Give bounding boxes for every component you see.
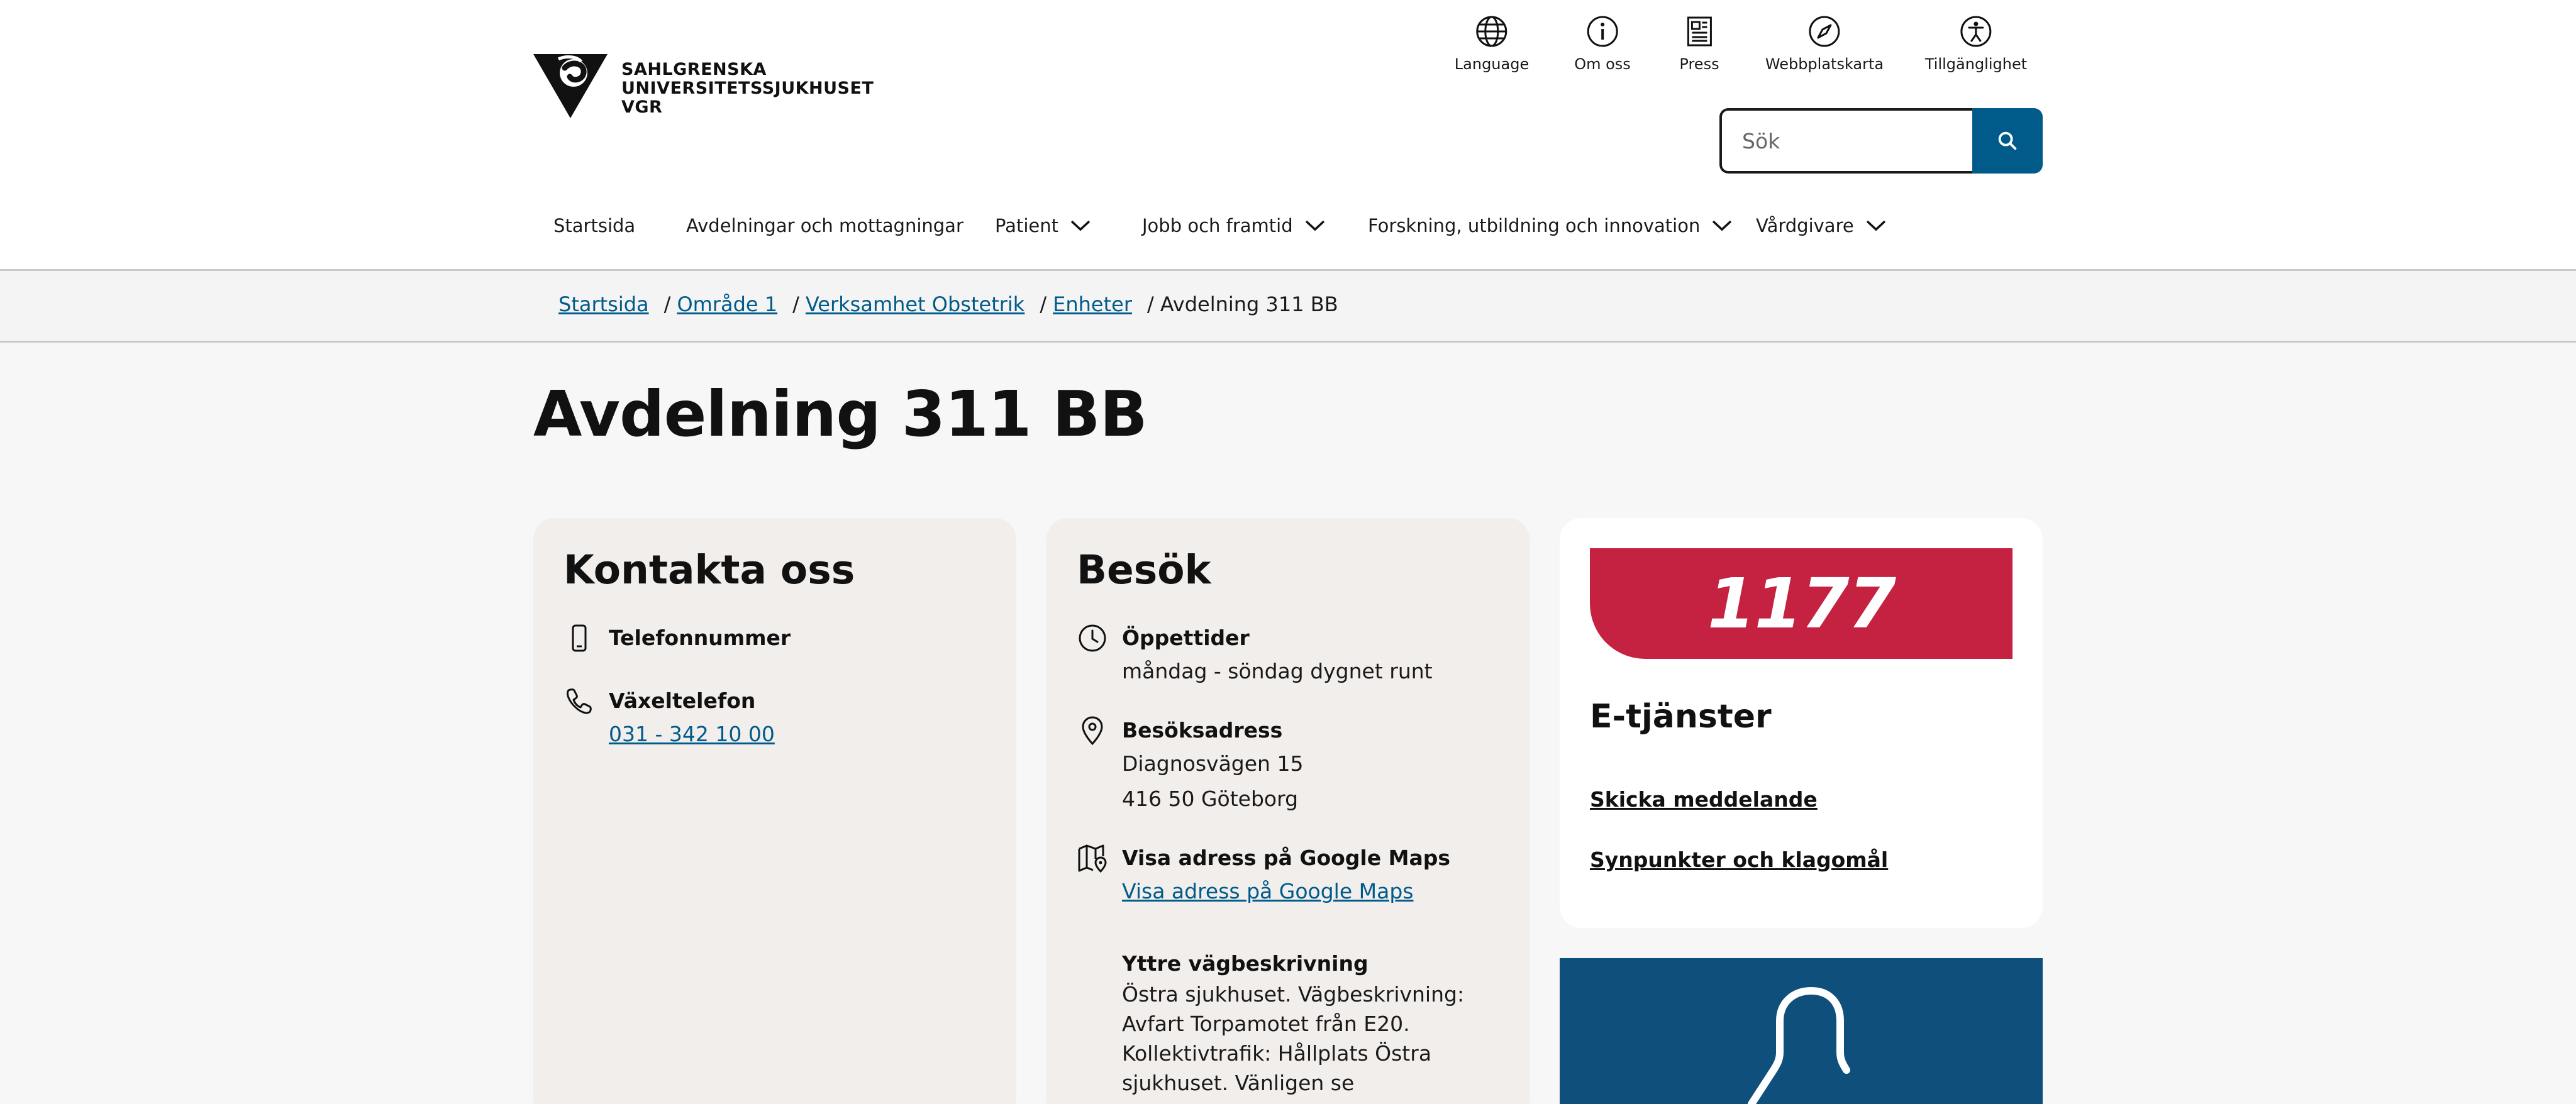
switchboard-label: Växeltelefon xyxy=(609,688,756,713)
util-om-oss[interactable]: Om oss xyxy=(1574,14,1631,73)
accessibility-icon xyxy=(1960,16,1992,47)
address-line-2: 416 50 Göteborg xyxy=(1122,787,1299,811)
address-label: Besöksadress xyxy=(1122,718,1283,742)
util-language-label: Language xyxy=(1454,55,1530,73)
nav-vardgivare[interactable]: Vårdgivare xyxy=(1756,215,1887,236)
contact-card: Kontakta oss Telefonnummer Växeltelefon … xyxy=(533,518,1016,1104)
compass-icon xyxy=(1809,16,1840,47)
util-press-label: Press xyxy=(1679,55,1719,73)
main-nav: Startsida Avdelningar och mottagningar P… xyxy=(0,207,2576,245)
visit-card: Besök Öppettider måndag - söndag dygnet … xyxy=(1046,518,1530,1104)
nav-patient[interactable]: Patient xyxy=(995,215,1091,236)
breadcrumb-separator: / xyxy=(1146,292,1154,316)
feedback-link[interactable]: Synpunkter och klagomål xyxy=(1590,847,1888,872)
breadcrumb-enheter[interactable]: Enheter xyxy=(1053,292,1132,316)
nav-patient-label: Patient xyxy=(995,215,1058,236)
logo-1177[interactable]: 1177 xyxy=(1590,548,2012,659)
phone-info: Telefonnummer xyxy=(564,622,791,654)
person-icon xyxy=(1748,987,1850,1104)
send-message-link[interactable]: Skicka meddelande xyxy=(1590,787,1818,812)
sahlgrenska-logo-icon xyxy=(533,54,608,118)
info-icon xyxy=(1587,16,1618,47)
util-webbplatskarta[interactable]: Webbplatskarta xyxy=(1765,14,1884,73)
search-input[interactable] xyxy=(1719,108,1974,174)
phone-icon xyxy=(566,688,592,714)
hours-label: Öppettider xyxy=(1122,626,1250,650)
directions-spacer xyxy=(1077,948,1108,980)
visit-title: Besök xyxy=(1077,547,1211,593)
google-maps-link[interactable]: Visa adress på Google Maps xyxy=(1122,879,1413,903)
directions-text: Östra sjukhuset. Vägbeskrivning: Avfart … xyxy=(1122,982,1507,1104)
chevron-down-icon xyxy=(1713,220,1732,231)
eservices-title: E-tjänster xyxy=(1590,698,1772,736)
search-form xyxy=(1719,108,2043,174)
util-tillganglighet-label: Tillgänglighet xyxy=(1924,55,2028,73)
location-pin-icon xyxy=(1082,716,1103,746)
search-button[interactable] xyxy=(1972,108,2043,174)
switchboard-number-link[interactable]: 031 - 342 10 00 xyxy=(609,722,775,746)
nav-avdelningar[interactable]: Avdelningar och mottagningar xyxy=(686,215,963,236)
util-webbplatskarta-label: Webbplatskarta xyxy=(1765,55,1884,73)
breadcrumb-bar: Startsida / Område 1 / Verksamhet Obstet… xyxy=(0,271,2576,343)
mobile-phone-icon xyxy=(572,624,587,652)
logo-text: SAHLGRENSKA UNIVERSITETSSJUKHUSET VGR xyxy=(621,60,874,117)
search-icon xyxy=(1998,131,2017,150)
directions-label: Yttre vägbeskrivning xyxy=(1122,951,1368,976)
hours-value: måndag - söndag dygnet runt xyxy=(1122,659,1433,683)
contact-title: Kontakta oss xyxy=(564,547,855,593)
chevron-down-icon xyxy=(1305,220,1324,231)
newspaper-icon xyxy=(1687,16,1712,47)
nav-startsida-label: Startsida xyxy=(553,215,636,236)
maps-info: Visa adress på Google Maps Visa adress p… xyxy=(1077,842,1450,909)
eservices-card: 1177 E-tjänster Skicka meddelande Synpun… xyxy=(1560,518,2043,928)
nav-jobb-label: Jobb och framtid xyxy=(1142,215,1293,236)
breadcrumb-omrade-1[interactable]: Område 1 xyxy=(677,292,777,316)
site-header: SAHLGRENSKA UNIVERSITETSSJUKHUSET VGR La… xyxy=(0,0,2576,271)
map-icon xyxy=(1078,844,1107,873)
breadcrumb-separator: / xyxy=(663,292,671,316)
nav-avdelningar-label: Avdelningar och mottagningar xyxy=(686,215,963,236)
nav-vardgivare-label: Vårdgivare xyxy=(1756,215,1854,236)
util-tillganglighet[interactable]: Tillgänglighet xyxy=(1925,14,2027,73)
maps-label: Visa adress på Google Maps xyxy=(1122,846,1450,870)
address-info: Besöksadress Diagnosvägen 15 416 50 Göte… xyxy=(1077,715,1303,817)
breadcrumb-startsida[interactable]: Startsida xyxy=(558,292,649,316)
breadcrumb: Startsida / Område 1 / Verksamhet Obstet… xyxy=(558,292,1338,316)
page-title: Avdelning 311 BB xyxy=(533,377,1148,451)
logo-line-1: SAHLGRENSKA xyxy=(621,60,767,79)
util-om-oss-label: Om oss xyxy=(1574,55,1631,73)
nav-startsida[interactable]: Startsida xyxy=(553,215,635,236)
directions-info: Yttre vägbeskrivning Östra sjukhuset. Vä… xyxy=(1077,948,1512,1104)
site-logo[interactable]: SAHLGRENSKA UNIVERSITETSSJUKHUSET VGR xyxy=(533,54,874,118)
breadcrumb-separator: / xyxy=(792,292,799,316)
switchboard-info: Växeltelefon 031 - 342 10 00 xyxy=(564,685,775,752)
address-line-1: Diagnosvägen 15 xyxy=(1122,751,1304,776)
breadcrumb-separator: / xyxy=(1040,292,1047,316)
logo-line-3: VGR xyxy=(621,97,663,117)
logo-line-2: UNIVERSITETSSJUKHUSET xyxy=(621,79,874,98)
nav-jobb[interactable]: Jobb och framtid xyxy=(1142,215,1326,236)
phone-label: Telefonnummer xyxy=(609,626,791,650)
hours-info: Öppettider måndag - söndag dygnet runt xyxy=(1077,622,1433,689)
logo-1177-text: 1177 xyxy=(1707,563,1896,644)
nav-forskning-label: Forskning, utbildning och innovation xyxy=(1368,215,1701,236)
chevron-down-icon xyxy=(1070,220,1091,231)
breadcrumb-verksamhet[interactable]: Verksamhet Obstetrik xyxy=(806,292,1024,316)
util-press[interactable]: Press xyxy=(1679,14,1719,73)
nav-forskning[interactable]: Forskning, utbildning och innovation xyxy=(1368,215,1733,236)
breadcrumb-current: Avdelning 311 BB xyxy=(1160,292,1338,316)
blue-card xyxy=(1560,958,2043,1104)
util-language[interactable]: Language xyxy=(1455,14,1529,73)
globe-icon xyxy=(1476,16,1507,47)
chevron-down-icon xyxy=(1866,220,1885,231)
clock-icon xyxy=(1079,624,1106,652)
